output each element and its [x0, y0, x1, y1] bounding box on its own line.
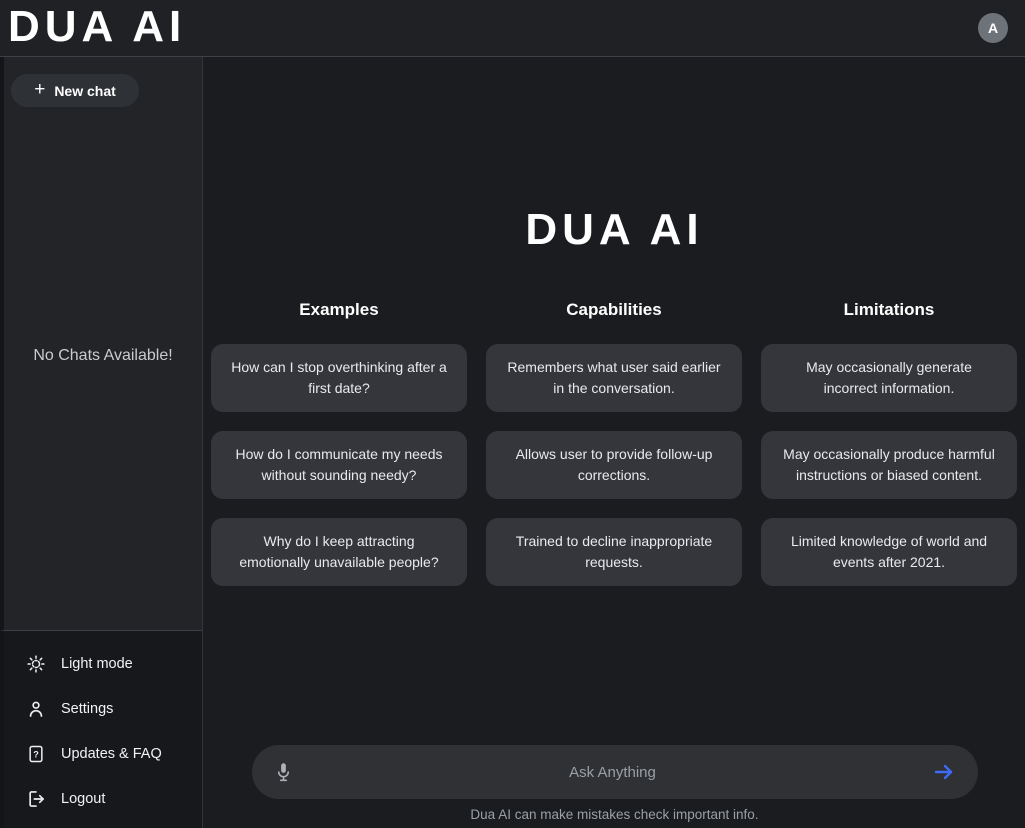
sidebar: + New chat No Chats Available! Light mod… [0, 57, 203, 828]
sidebar-item-light-mode[interactable]: Light mode [4, 641, 202, 686]
question-document-icon: ? [25, 743, 46, 764]
svg-text:?: ? [33, 749, 39, 759]
top-header: DUA AI A [0, 0, 1025, 57]
column-title-limitations: Limitations [761, 300, 1017, 320]
user-icon [25, 698, 46, 719]
suggestion-card[interactable]: Trained to decline inappropriate request… [486, 518, 742, 586]
arrow-right-icon[interactable] [932, 760, 956, 784]
suggestion-card[interactable]: May occasionally generate incorrect info… [761, 344, 1017, 412]
ask-input-bar [252, 745, 978, 799]
main-content: DUA AI Examples Capabilities Limitations… [204, 57, 1025, 828]
brand-logo: DUA AI [8, 2, 186, 52]
suggestion-card[interactable]: Limited knowledge of world and events af… [761, 518, 1017, 586]
suggestion-card[interactable]: Remembers what user said earlier in the … [486, 344, 742, 412]
suggestion-cards: How can I stop overthinking after a firs… [211, 344, 1017, 586]
sidebar-item-updates-faq[interactable]: ? Updates & FAQ [4, 731, 202, 776]
column-title-examples: Examples [211, 300, 467, 320]
microphone-icon[interactable] [274, 760, 293, 784]
disclaimer-text: Dua AI can make mistakes check important… [204, 807, 1025, 822]
main-logo: DUA AI [204, 205, 1025, 255]
suggestion-card[interactable]: May occasionally produce harmful instruc… [761, 431, 1017, 499]
sidebar-item-logout[interactable]: Logout [4, 776, 202, 821]
sun-icon [25, 653, 46, 674]
ask-input[interactable] [293, 764, 932, 781]
suggestion-card[interactable]: How can I stop overthinking after a firs… [211, 344, 467, 412]
menu-item-label: Logout [61, 791, 105, 807]
new-chat-label: New chat [54, 83, 115, 99]
menu-item-label: Updates & FAQ [61, 746, 162, 762]
sidebar-bottom-menu: Light mode Settings ? Updates & FAQ [0, 630, 202, 828]
plus-icon: + [34, 80, 45, 99]
avatar[interactable]: A [978, 13, 1008, 43]
suggestion-card[interactable]: Why do I keep attracting emotionally una… [211, 518, 467, 586]
sidebar-item-settings[interactable]: Settings [4, 686, 202, 731]
column-title-capabilities: Capabilities [486, 300, 742, 320]
column-headers: Examples Capabilities Limitations [211, 300, 1017, 320]
logout-icon [25, 788, 46, 809]
suggestion-card[interactable]: How do I communicate my needs without so… [211, 431, 467, 499]
new-chat-button[interactable]: + New chat [11, 74, 139, 107]
suggestion-card[interactable]: Allows user to provide follow-up correct… [486, 431, 742, 499]
menu-item-label: Light mode [61, 656, 133, 672]
empty-chats-message: No Chats Available! [4, 347, 202, 365]
menu-item-label: Settings [61, 701, 113, 717]
